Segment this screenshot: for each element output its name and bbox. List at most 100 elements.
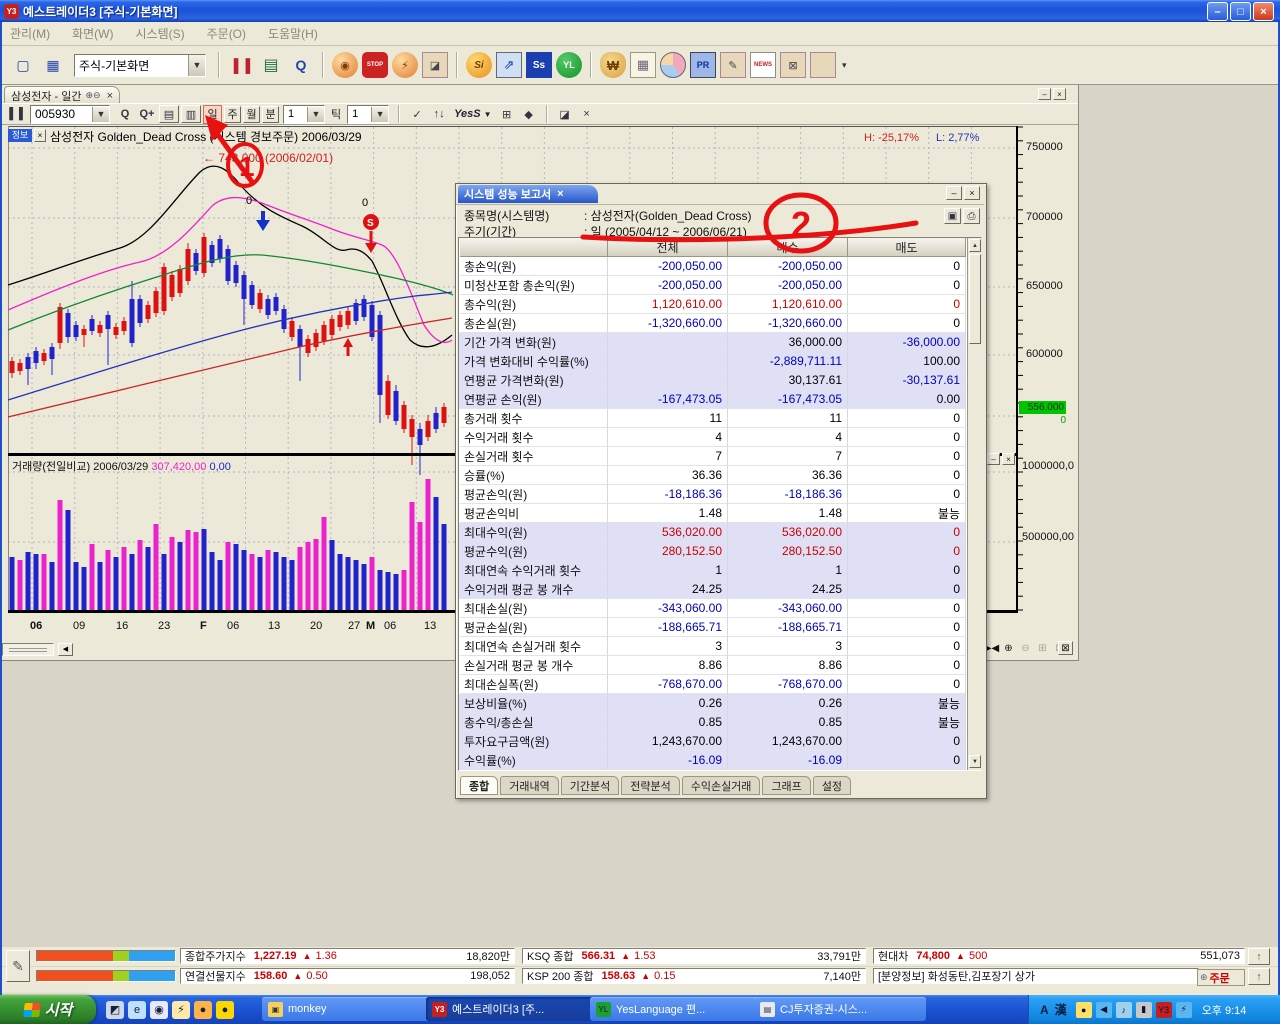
cd-icon[interactable]: ◉ bbox=[150, 1001, 168, 1019]
report-tab-종합[interactable]: 종합 bbox=[460, 776, 498, 795]
memo-pencil-icon[interactable]: ✎ bbox=[6, 950, 30, 982]
info-button[interactable]: 정보 bbox=[8, 129, 32, 142]
screen-combo[interactable]: 주식-기본화면 ▼ bbox=[74, 54, 206, 77]
start-button[interactable]: 시작 bbox=[0, 995, 96, 1024]
memo-face-icon[interactable]: ✎ bbox=[720, 52, 746, 78]
magnifier-icon[interactable]: Q bbox=[288, 52, 314, 78]
monitor-icon[interactable]: ⇗ bbox=[496, 52, 522, 78]
expand-icon[interactable]: ⊠ bbox=[780, 52, 806, 78]
pr-monitor-icon[interactable]: PR bbox=[690, 52, 716, 78]
menu-item-4[interactable]: 도움말(H) bbox=[268, 25, 318, 42]
cell-total: 1.48 bbox=[608, 504, 728, 523]
minimize-button[interactable]: – bbox=[1207, 2, 1228, 21]
si-coin-icon[interactable]: Si bbox=[466, 52, 492, 78]
order-button[interactable]: ⊕주문 bbox=[1197, 969, 1245, 986]
scroll-down-icon[interactable]: ▼ bbox=[969, 755, 981, 768]
coin-icon[interactable]: ● bbox=[216, 1001, 234, 1019]
report-tab-그래프[interactable]: 그래프 bbox=[762, 776, 810, 795]
print-report-icon[interactable]: ⎙ bbox=[963, 208, 980, 224]
new-file-icon[interactable]: ▢ bbox=[10, 52, 36, 78]
task-button-1[interactable]: Y3예스트레이더3 [주... bbox=[426, 997, 598, 1021]
ime-a-indicator[interactable]: A bbox=[1040, 1003, 1049, 1017]
close-button[interactable]: × bbox=[1253, 2, 1274, 21]
menu-item-0[interactable]: 관리(M) bbox=[10, 25, 50, 42]
report-title-close-icon[interactable]: × bbox=[557, 188, 563, 200]
report-table-scrollbar[interactable]: ▲▼ bbox=[967, 238, 983, 770]
flash-face-icon[interactable]: ⚡ bbox=[392, 52, 418, 78]
zoom-in-icon[interactable]: ⊕ bbox=[1001, 641, 1016, 655]
stop-sign-icon[interactable]: STOP bbox=[362, 52, 388, 78]
ball-icon[interactable]: ● bbox=[194, 1001, 212, 1019]
volume-close-button[interactable]: × bbox=[1002, 453, 1015, 465]
task-button-3[interactable]: ▤CJ투자증권-시스... bbox=[754, 997, 926, 1021]
gauge-down-segment bbox=[129, 971, 175, 981]
report-dialog-titlebar[interactable]: 시스템 성능 보고서 × –× bbox=[456, 184, 984, 205]
scroll-left-button[interactable]: ◀ bbox=[58, 643, 73, 656]
menu-item-2[interactable]: 시스템(S) bbox=[135, 25, 184, 42]
alarm-face-icon[interactable]: ◉ bbox=[332, 52, 358, 78]
up-triangle-icon: ▲ bbox=[303, 951, 312, 961]
chart-h-scrollbar[interactable] bbox=[2, 643, 54, 656]
report-minimize-button[interactable]: – bbox=[946, 186, 962, 200]
pie-chart-icon[interactable] bbox=[660, 52, 686, 78]
x-tick-09: 09 bbox=[73, 620, 85, 632]
zoom-out-icon[interactable]: ⊖ bbox=[1018, 641, 1033, 655]
ss-badge-icon[interactable]: Ss bbox=[526, 52, 552, 78]
report-close-button[interactable]: × bbox=[964, 186, 980, 200]
menu-item-1[interactable]: 화면(W) bbox=[72, 25, 113, 42]
lock-icon[interactable]: ▮ bbox=[1136, 1002, 1152, 1018]
collapse-arrow-icon[interactable]: ↑ bbox=[1248, 948, 1270, 965]
cell-sell: 불능 bbox=[848, 504, 966, 523]
cell-sell: 0 bbox=[848, 295, 966, 314]
calendar-search-icon[interactable]: ▦ bbox=[630, 52, 656, 78]
column-header-매수[interactable]: 매수 bbox=[728, 238, 848, 257]
toolbar-more-icon[interactable]: ▾ bbox=[842, 60, 847, 71]
volume-minimize-button[interactable]: – bbox=[987, 453, 1000, 465]
report-tab-전략분석[interactable]: 전략분석 bbox=[621, 776, 679, 795]
status-change: 1.36 bbox=[315, 950, 336, 962]
nav-left-icon[interactable]: ◀ bbox=[1096, 1002, 1112, 1018]
task-button-0[interactable]: ▣monkey bbox=[262, 997, 434, 1021]
table-row: 보상비율(%)0.260.26불능 bbox=[459, 694, 965, 713]
chevron-down-icon[interactable]: ▼ bbox=[188, 55, 205, 76]
report-tab-기간분석[interactable]: 기간분석 bbox=[561, 776, 619, 795]
money-bag-icon[interactable]: ₩ bbox=[600, 52, 626, 78]
task-button-2[interactable]: YLYesLanguage 편... bbox=[590, 997, 762, 1021]
save-report-icon[interactable]: ▣ bbox=[944, 208, 961, 224]
scroll-thumb[interactable] bbox=[969, 254, 981, 344]
row-label: 최대연속 손실거래 횟수 bbox=[460, 637, 608, 656]
app-icon[interactable]: ◩ bbox=[106, 1001, 124, 1019]
menu-item-3[interactable]: 주문(O) bbox=[207, 25, 246, 42]
cell-sell: 0 bbox=[848, 466, 966, 485]
report-tab-수익손실거래[interactable]: 수익손실거래 bbox=[682, 776, 761, 795]
cell-buy: -188,665.71 bbox=[728, 618, 848, 637]
yl-badge-icon[interactable]: YL bbox=[556, 52, 582, 78]
flash-tray-icon[interactable]: ⚡ bbox=[1176, 1002, 1192, 1018]
volume-tick: 1000000,0 bbox=[1022, 460, 1074, 472]
ime-hanja-indicator[interactable]: 漢 bbox=[1055, 1001, 1067, 1018]
quote-table-icon[interactable]: ▤ bbox=[258, 52, 284, 78]
report-tab-거래내역[interactable]: 거래내역 bbox=[500, 776, 558, 795]
restore-button[interactable]: □ bbox=[1230, 2, 1251, 21]
ie-icon[interactable]: e bbox=[128, 1001, 146, 1019]
column-header-매도[interactable]: 매도 bbox=[848, 238, 966, 257]
save-icon[interactable]: ▦ bbox=[40, 52, 66, 78]
report-tab-설정[interactable]: 설정 bbox=[813, 776, 851, 795]
bee-icon[interactable]: ● bbox=[1076, 1002, 1092, 1018]
collapse-arrow-icon[interactable]: ↑ bbox=[1248, 968, 1270, 985]
panel-close-icon[interactable]: ⊠ bbox=[1058, 641, 1073, 655]
y3-tray-icon[interactable]: Y3 bbox=[1156, 1002, 1172, 1018]
speaker-icon[interactable]: ♪ bbox=[1116, 1002, 1132, 1018]
cell-sell: 0 bbox=[848, 447, 966, 466]
column-header-전체[interactable]: 전체 bbox=[608, 238, 728, 257]
flash-icon[interactable]: ⚡ bbox=[172, 1001, 190, 1019]
pan-icon[interactable]: ⊞ bbox=[1035, 641, 1050, 655]
eraser-card-icon[interactable]: ◪ bbox=[422, 52, 448, 78]
info-close-button[interactable]: × bbox=[34, 129, 46, 142]
candle-chart-icon[interactable]: ▌▐ bbox=[228, 52, 254, 78]
signal-zero-marker: 0 bbox=[362, 197, 368, 209]
scroll-up-icon[interactable]: ▲ bbox=[969, 239, 981, 252]
table-row: 승률(%)36.3636.360 bbox=[459, 466, 965, 485]
blank-slot-icon[interactable] bbox=[810, 52, 836, 78]
news-book-icon[interactable]: NEWS bbox=[750, 52, 776, 78]
